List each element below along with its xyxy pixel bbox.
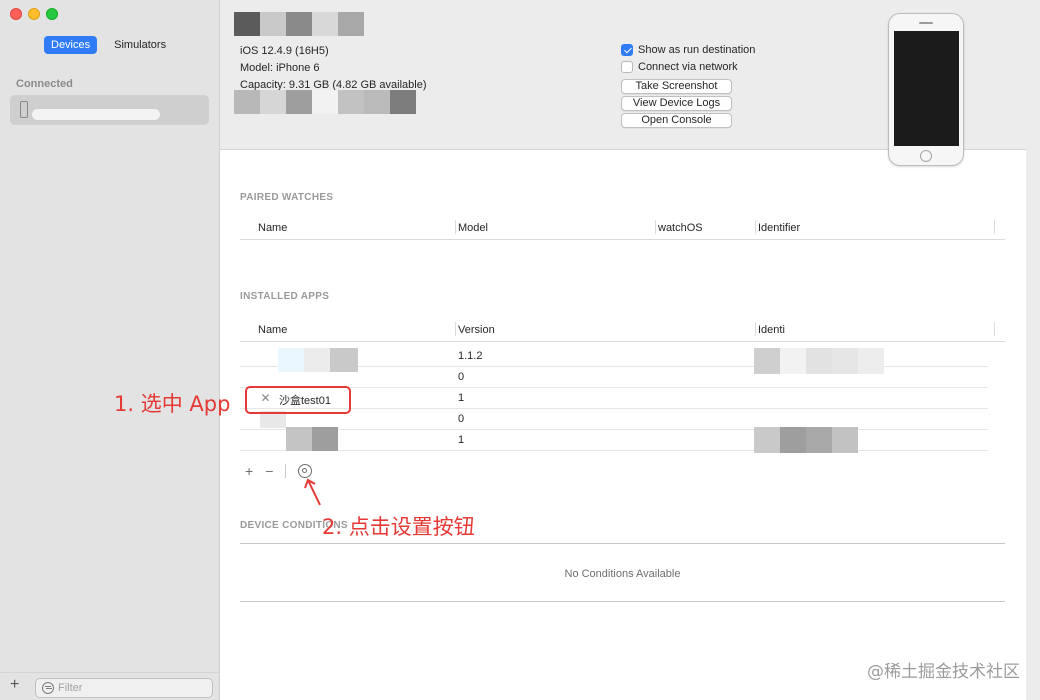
phone-screen	[894, 31, 959, 146]
watermark: @稀土掘金技术社区	[867, 662, 1020, 682]
remove-app-button[interactable]: −	[265, 463, 273, 479]
app-version: 0	[458, 371, 465, 383]
app-version: 0	[458, 413, 465, 425]
column-identifier[interactable]: Identifier	[758, 222, 800, 234]
sidebar-footer: + Filter	[0, 672, 220, 700]
paired-watches-table-header: Name Model watchOS Identifier	[240, 216, 1005, 240]
connect-network-row[interactable]: Connect via network	[621, 61, 738, 73]
show-run-destination-label: Show as run destination	[638, 44, 756, 56]
paired-watches-title: PAIRED WATCHES	[240, 192, 334, 203]
connected-section-label: Connected	[16, 78, 73, 90]
minimize-window-button[interactable]	[28, 8, 40, 20]
filter-placeholder: Filter	[58, 682, 83, 694]
table-row[interactable]: 0	[240, 367, 988, 388]
connect-network-checkbox[interactable]	[621, 61, 633, 73]
device-detail-panel: iOS 12.4.9 (16H5) Model: iPhone 6 Capaci…	[220, 0, 1026, 700]
column-name[interactable]: Name	[258, 324, 287, 336]
home-button-icon	[920, 150, 932, 162]
annotation-step2: 2. 点击设置按钮	[322, 515, 475, 539]
device-name-redacted	[32, 109, 160, 120]
installed-apps-title: INSTALLED APPS	[240, 291, 330, 302]
column-name[interactable]: Name	[258, 222, 287, 234]
app-name-redacted	[286, 427, 338, 451]
table-row-selected-app[interactable]: ✕ 沙盒test01 1	[240, 388, 988, 409]
column-model[interactable]: Model	[458, 222, 488, 234]
app-version: 1	[458, 434, 465, 446]
divider	[240, 601, 1005, 602]
device-model: Model: iPhone 6	[240, 62, 320, 74]
iphone-illustration	[888, 13, 964, 166]
identifier-redacted	[234, 90, 416, 114]
window-edge	[1026, 0, 1040, 700]
add-app-button[interactable]: +	[245, 463, 253, 479]
column-watchos[interactable]: watchOS	[658, 222, 703, 234]
filter-input[interactable]: Filter	[35, 678, 213, 698]
ios-version: iOS 12.4.9 (16H5)	[240, 45, 329, 57]
iphone-icon	[20, 101, 28, 118]
tab-devices[interactable]: Devices	[44, 36, 98, 54]
view-device-logs-button[interactable]: View Device Logs	[621, 96, 732, 111]
app-identifier-redacted	[754, 427, 858, 453]
app-version: 1.1.2	[458, 350, 483, 362]
zoom-window-button[interactable]	[46, 8, 58, 20]
column-identifier[interactable]: Identi	[758, 324, 785, 336]
add-device-button[interactable]: +	[10, 676, 19, 694]
show-run-destination-row[interactable]: Show as run destination	[621, 44, 755, 56]
device-type-tabs: Devices Simulators	[44, 36, 173, 54]
show-run-destination-checkbox[interactable]	[621, 44, 633, 56]
app-version: 1	[458, 392, 465, 404]
filter-icon	[42, 682, 54, 694]
window-controls	[10, 8, 58, 20]
annotation-highlight-box	[245, 386, 351, 414]
tab-simulators[interactable]: Simulators	[107, 36, 173, 54]
no-conditions-text: No Conditions Available	[564, 568, 681, 580]
annotation-step1: 1. 选中 App	[114, 392, 231, 416]
divider	[240, 543, 1005, 544]
xcode-devices-window: Devices Simulators Connected + Filter iO…	[0, 0, 1040, 700]
open-console-button[interactable]: Open Console	[621, 113, 732, 128]
sidebar-item-connected-device[interactable]	[10, 95, 209, 125]
connect-network-label: Connect via network	[638, 61, 738, 73]
table-row[interactable]: 1.1.2	[240, 346, 988, 374]
table-row[interactable]: 0	[240, 409, 988, 430]
close-window-button[interactable]	[10, 8, 22, 20]
table-row[interactable]: 1	[240, 427, 988, 453]
take-screenshot-button[interactable]: Take Screenshot	[621, 79, 732, 94]
device-info-header: iOS 12.4.9 (16H5) Model: iPhone 6 Capaci…	[220, 0, 1026, 166]
column-version[interactable]: Version	[458, 324, 495, 336]
device-name-redacted	[234, 12, 364, 36]
sidebar: Devices Simulators Connected + Filter	[0, 0, 220, 700]
installed-apps-table-header: Name Version Identi	[240, 318, 1005, 342]
